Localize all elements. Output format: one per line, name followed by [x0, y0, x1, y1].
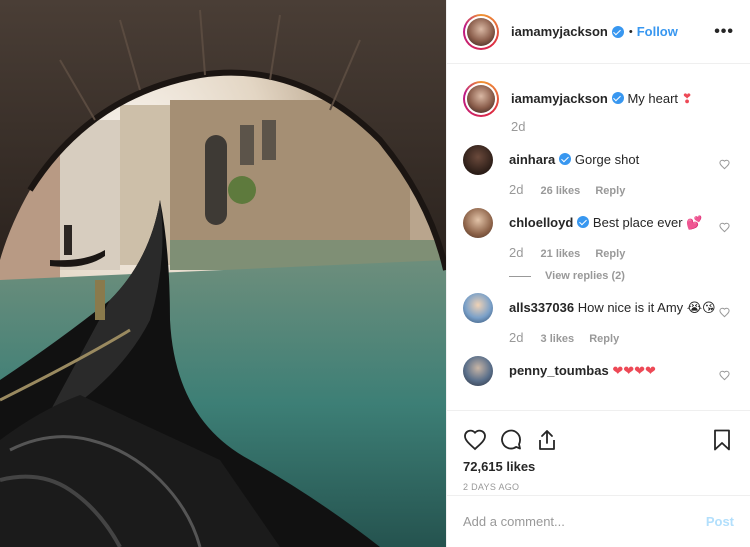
- comment-text: How nice is it Amy: [577, 300, 684, 315]
- view-replies-label: View replies (2): [545, 270, 625, 282]
- commenter-avatar[interactable]: [463, 293, 493, 323]
- comment-timestamp[interactable]: 2d: [509, 182, 523, 197]
- action-icons-row: [447, 411, 750, 457]
- commenter-avatar[interactable]: [463, 208, 493, 238]
- two-hearts-emoji: 💕: [686, 215, 703, 230]
- reply-button[interactable]: Reply: [589, 333, 619, 345]
- commenter-avatar[interactable]: [463, 356, 493, 386]
- reply-button[interactable]: Reply: [595, 248, 625, 260]
- comment-item: alls337036 How nice is it Amy 😭😘 2d 3 li…: [463, 293, 734, 345]
- follow-button[interactable]: Follow: [637, 24, 678, 39]
- caption-message: My heart: [627, 91, 679, 106]
- heart-small-icon[interactable]: [719, 370, 730, 381]
- comment-likes[interactable]: 3 likes: [541, 333, 575, 345]
- crying-kiss-emoji: 😭😘: [686, 300, 716, 315]
- caption-text: iamamyjackson My heart ❣: [511, 81, 693, 108]
- verified-badge-icon: [611, 92, 624, 104]
- reply-button[interactable]: Reply: [595, 185, 625, 197]
- caption-avatar-image: [467, 85, 495, 113]
- commenter-username[interactable]: penny_toumbas: [509, 363, 609, 378]
- comment-item: penny_toumbas ❤❤❤❤: [463, 356, 734, 386]
- commenter-username[interactable]: chloelloyd: [509, 215, 573, 230]
- author-avatar-image: [467, 17, 495, 46]
- comment-item: chloelloyd Best place ever 💕 2d 21 likes…: [463, 208, 734, 282]
- more-options-icon[interactable]: •••: [714, 23, 734, 41]
- likes-count[interactable]: 72,615 likes: [447, 457, 750, 474]
- comment-likes[interactable]: 26 likes: [541, 185, 581, 197]
- bookmark-icon[interactable]: [710, 428, 734, 452]
- caption-username[interactable]: iamamyjackson: [511, 91, 608, 106]
- comment-timestamp[interactable]: 2d: [509, 245, 523, 260]
- instagram-post-modal: iamamyjackson • Follow ••• iamamyjackson…: [0, 0, 750, 547]
- author-username[interactable]: iamamyjackson: [511, 24, 608, 39]
- comment-timestamp[interactable]: 2d: [509, 330, 523, 345]
- view-replies-button[interactable]: View replies (2): [509, 270, 719, 282]
- replies-line: [509, 275, 531, 277]
- post-actions: 72,615 likes 2 DAYS AGO Post: [447, 410, 750, 547]
- post-header: iamamyjackson • Follow •••: [447, 0, 750, 64]
- caption-avatar[interactable]: [463, 81, 499, 117]
- heart-outline-icon[interactable]: [463, 428, 487, 452]
- commenter-username[interactable]: ainhara: [509, 152, 555, 167]
- comment-bubble-icon[interactable]: [499, 428, 523, 452]
- post-comment-button[interactable]: Post: [706, 514, 734, 529]
- post-date[interactable]: 2 DAYS AGO: [447, 474, 750, 492]
- add-comment-input[interactable]: [463, 514, 706, 529]
- post-side-panel: iamamyjackson • Follow ••• iamamyjackson…: [446, 0, 750, 547]
- add-comment-bar: Post: [447, 495, 750, 547]
- share-upload-icon[interactable]: [535, 428, 559, 452]
- commenter-avatar[interactable]: [463, 145, 493, 175]
- comment-text: Gorge shot: [574, 152, 640, 167]
- post-photo[interactable]: [0, 0, 446, 547]
- heart-exclamation-emoji: ❣: [681, 91, 693, 106]
- author-avatar[interactable]: [463, 13, 499, 50]
- separator-dot: •: [628, 25, 633, 38]
- comments-list[interactable]: iamamyjackson My heart ❣ 2d ainhara Gorg…: [447, 65, 750, 410]
- caption: iamamyjackson My heart ❣: [463, 81, 734, 117]
- comment-likes[interactable]: 21 likes: [541, 248, 581, 260]
- commenter-username[interactable]: alls337036: [509, 300, 574, 315]
- caption-timestamp[interactable]: 2d: [511, 119, 734, 134]
- comment-text: Best place ever: [592, 215, 683, 230]
- red-hearts-emoji: ❤❤❤❤: [612, 363, 656, 378]
- verified-badge-icon: [611, 25, 624, 38]
- venice-canal-gondola-image: [0, 0, 446, 547]
- verified-badge-icon: [577, 216, 590, 228]
- heart-small-icon[interactable]: [719, 307, 730, 318]
- verified-badge-icon: [559, 153, 572, 165]
- comment-item: ainhara Gorge shot 2d 26 likes Reply: [463, 145, 734, 197]
- heart-small-icon[interactable]: [719, 159, 730, 170]
- heart-small-icon[interactable]: [719, 222, 730, 233]
